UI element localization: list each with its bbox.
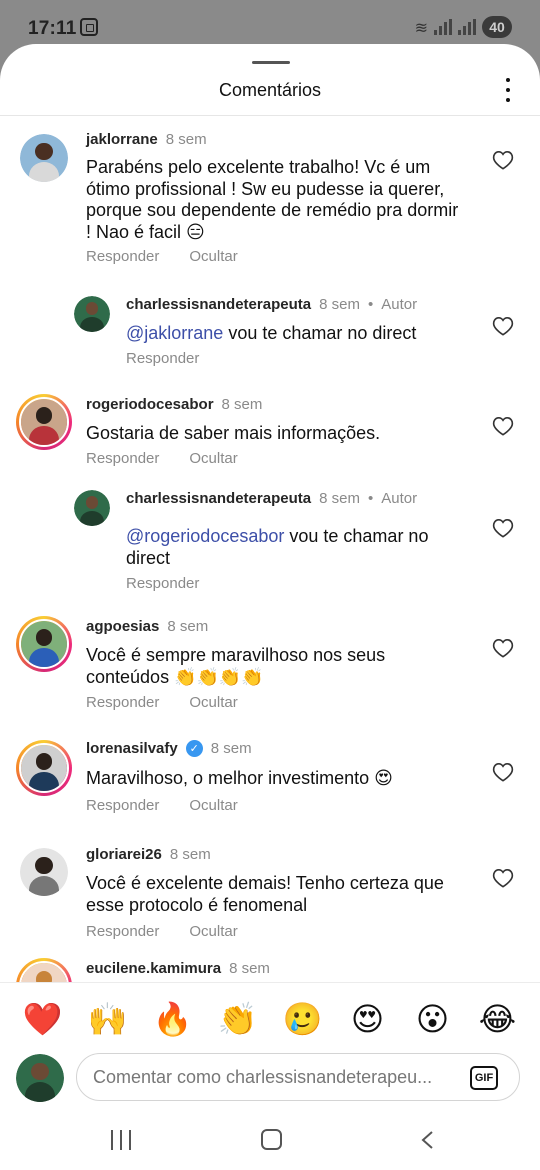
comment-time: 8 sem xyxy=(221,396,263,413)
drag-handle[interactable] xyxy=(252,61,290,64)
home-icon[interactable] xyxy=(261,1129,282,1150)
comment-body: vou te chamar no direct xyxy=(223,323,417,343)
more-vertical-icon[interactable] xyxy=(502,78,514,102)
reaction-laugh[interactable]: 😂 xyxy=(473,1000,523,1038)
back-icon[interactable] xyxy=(418,1130,438,1150)
avatar[interactable] xyxy=(16,394,72,450)
comment-item: agpoesias 8 sem Você é sempre maravilhos… xyxy=(0,612,540,730)
author-tag: Autor xyxy=(381,490,418,507)
comment-username[interactable]: gloriarei26 xyxy=(86,846,162,863)
comment-username[interactable]: charlessisnandeterapeuta xyxy=(126,296,311,313)
comment-text: Você é sempre maravilhoso nos seus conte… xyxy=(86,645,386,687)
hide-button[interactable]: Ocultar xyxy=(189,923,237,940)
comment-item: rogeriodocesabor 8 sem Gostaria de saber… xyxy=(0,390,540,490)
reply-button[interactable]: Responder xyxy=(126,350,199,367)
signal-icon xyxy=(434,19,452,35)
verified-badge-icon: ✓ xyxy=(185,740,203,757)
separator-dot: • xyxy=(367,490,374,507)
heart-outline-icon[interactable] xyxy=(492,638,514,658)
avatar[interactable] xyxy=(16,958,72,982)
comment-username[interactable]: charlessisnandeterapeuta xyxy=(126,490,311,507)
comment-item: lorenasilvafy ✓ 8 sem Maravilhoso, o mel… xyxy=(0,730,540,834)
author-tag: Autor xyxy=(381,296,418,313)
heart-outline-icon[interactable] xyxy=(492,316,514,336)
comment-text: Gostaria de saber mais informações. xyxy=(86,423,381,443)
recent-apps-icon[interactable] xyxy=(111,1130,131,1150)
reaction-tear-smile[interactable]: 🥲 xyxy=(278,1000,328,1038)
comment-text: Você é excelente demais! Tenho certeza q… xyxy=(86,873,444,915)
reaction-heart-eyes[interactable]: 😍 xyxy=(343,1000,393,1038)
comment-text: @jaklorrane vou te chamar no direct xyxy=(126,323,456,345)
comment-composer: Comentar como charlessisnandeterapeu... … xyxy=(0,1050,540,1106)
comment-text: Maravilhoso, o melhor investimento 😍 xyxy=(86,768,393,788)
reply-button[interactable]: Responder xyxy=(86,694,159,711)
comment-time: 8 sem xyxy=(319,490,360,507)
avatar[interactable] xyxy=(20,134,68,182)
avatar[interactable] xyxy=(16,740,72,796)
gif-button[interactable]: GIF xyxy=(470,1066,498,1090)
reply-button[interactable]: Responder xyxy=(86,248,159,265)
battery-indicator: 40 xyxy=(482,16,512,38)
comment-time: 8 sem xyxy=(210,740,252,757)
comment-reply-item: charlessisnandeterapeuta 8 sem • Autor @… xyxy=(0,490,540,612)
avatar xyxy=(16,1054,64,1102)
avatar[interactable] xyxy=(74,296,110,332)
comment-time: 8 sem xyxy=(229,960,270,977)
comment-username[interactable]: agpoesias xyxy=(86,618,159,635)
reaction-clap[interactable]: 👏 xyxy=(213,1000,263,1038)
comment-text: Parabéns pelo excelente trabalho! Vc é u… xyxy=(86,157,459,242)
quick-reactions-bar: ❤️ 🙌 🔥 👏 🥲 😍 😮 😂 xyxy=(0,988,540,1050)
avatar[interactable] xyxy=(20,848,68,896)
reply-button[interactable]: Responder xyxy=(86,450,159,467)
comment-time: 8 sem xyxy=(167,618,209,635)
reaction-heart[interactable]: ❤️ xyxy=(18,1000,68,1038)
comment-time: 8 sem xyxy=(169,846,211,863)
mention-link[interactable]: @rogeriodocesabor xyxy=(126,526,284,546)
screenshot-icon xyxy=(80,18,98,36)
comment-input[interactable]: Comentar como charlessisnandeterapeu... xyxy=(76,1053,520,1101)
hide-button[interactable]: Ocultar xyxy=(189,248,237,265)
reaction-surprised[interactable]: 😮 xyxy=(408,1000,458,1038)
comment-reply-item: charlessisnandeterapeuta 8 sem • Autor @… xyxy=(0,286,540,390)
comment-username[interactable]: jaklorrane xyxy=(86,131,158,148)
mention-link[interactable]: @jaklorrane xyxy=(126,323,223,343)
heart-outline-icon[interactable] xyxy=(492,416,514,436)
reply-button[interactable]: Responder xyxy=(86,797,159,814)
comment-username[interactable]: rogeriodocesabor xyxy=(86,396,214,413)
comment-time: 8 sem xyxy=(319,296,360,313)
hide-button[interactable]: Ocultar xyxy=(189,797,237,814)
reaction-raised-hands[interactable]: 🙌 xyxy=(83,1000,133,1038)
separator-dot: • xyxy=(367,296,374,313)
comment-item: gloriarei26 8 sem Você é excelente demai… xyxy=(0,834,540,954)
comment-text: @rogeriodocesabor vou te chamar no direc… xyxy=(126,526,466,569)
hide-button[interactable]: Ocultar xyxy=(189,450,237,467)
signal-icon-2 xyxy=(458,19,476,35)
hide-button[interactable]: Ocultar xyxy=(189,694,237,711)
heart-outline-icon[interactable] xyxy=(492,150,514,170)
heart-outline-icon[interactable] xyxy=(492,868,514,888)
wifi-icon: ≋ xyxy=(414,17,428,37)
comment-item: jaklorrane 8 sem Parabéns pelo excelente… xyxy=(0,116,540,286)
heart-outline-icon[interactable] xyxy=(492,762,514,782)
reply-button[interactable]: Responder xyxy=(126,575,199,592)
avatar[interactable] xyxy=(16,616,72,672)
comment-username[interactable]: lorenasilvafy xyxy=(86,740,178,757)
comments-list[interactable]: jaklorrane 8 sem Parabéns pelo excelente… xyxy=(0,116,540,982)
reactions-divider xyxy=(0,982,540,983)
comments-sheet: Comentários jaklorrane 8 sem Parabéns pe… xyxy=(0,44,540,1170)
avatar[interactable] xyxy=(74,490,110,526)
comment-item: eucilene.kamimura 8 sem xyxy=(0,954,540,982)
heart-outline-icon[interactable] xyxy=(492,518,514,538)
status-time: 17:11 xyxy=(28,18,77,39)
reaction-fire[interactable]: 🔥 xyxy=(148,1000,198,1038)
comment-username[interactable]: eucilene.kamimura xyxy=(86,960,221,977)
comment-time: 8 sem xyxy=(165,131,207,148)
reply-button[interactable]: Responder xyxy=(86,923,159,940)
sheet-title: Comentários xyxy=(218,80,322,100)
system-nav-bar xyxy=(0,1114,540,1170)
